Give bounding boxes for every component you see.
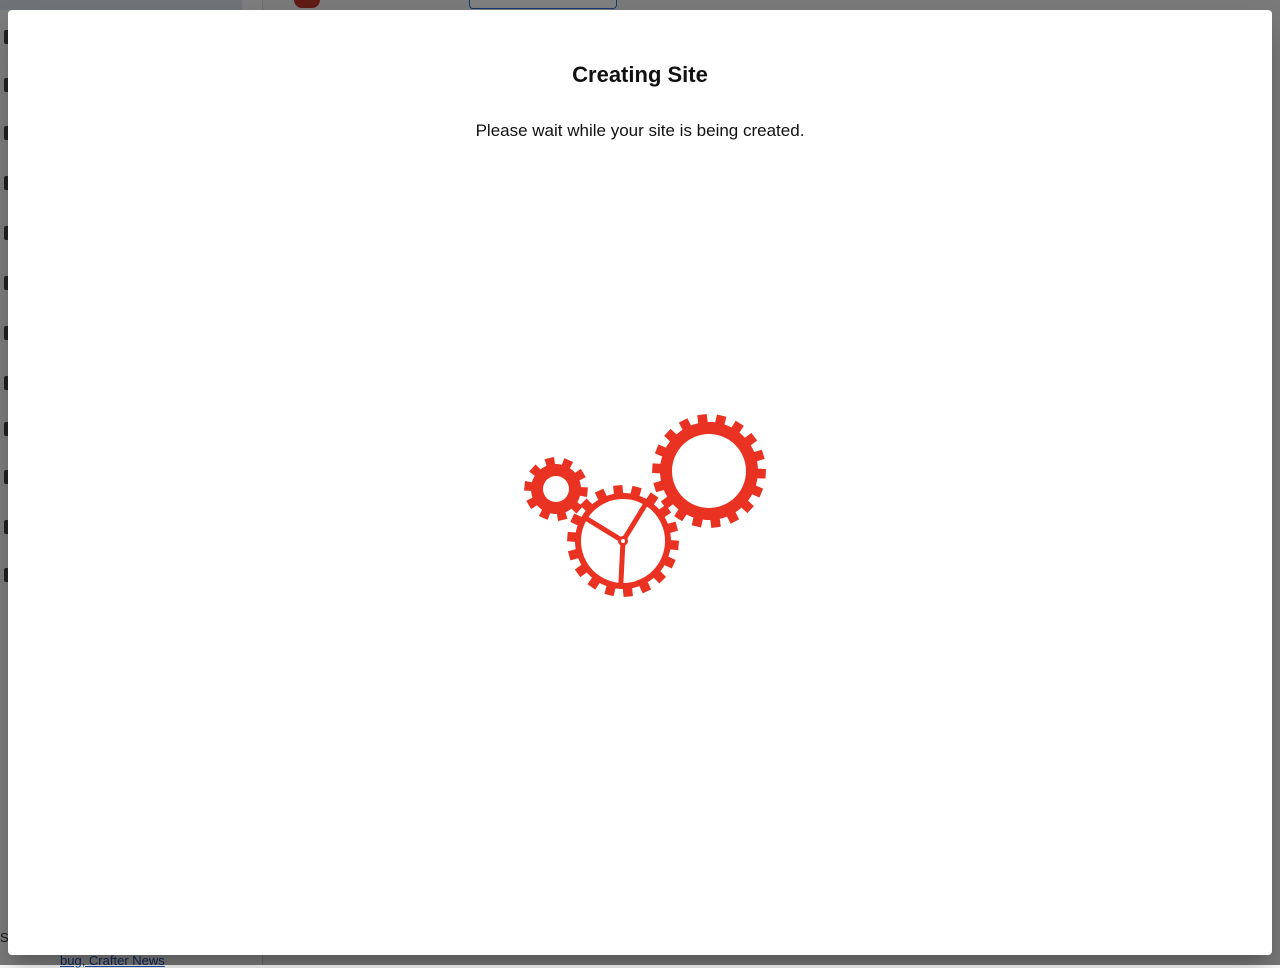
creating-site-dialog: Creating Site Please wait while your sit… [8,10,1272,955]
gears-icon [524,414,766,597]
dialog-message: Please wait while your site is being cre… [475,121,805,140]
small-gear-icon [524,457,588,521]
gear-hub-hole-icon [621,539,625,543]
dialog-title: Creating Site [572,62,708,87]
